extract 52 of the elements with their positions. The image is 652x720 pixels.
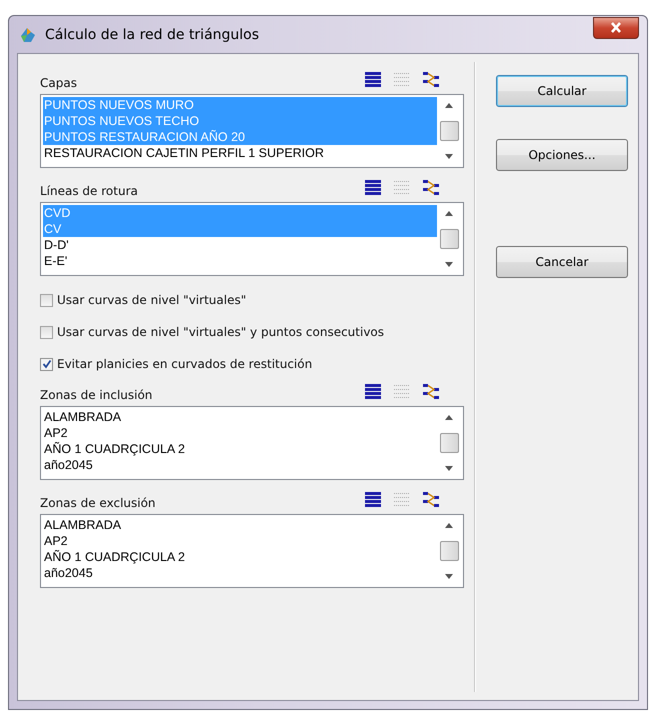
checkbox-label: Usar curvas de nivel "virtuales" y puntos consecutivos bbox=[57, 325, 384, 339]
select-all-icon[interactable] bbox=[364, 383, 382, 400]
list-item[interactable]: año2045 bbox=[43, 565, 437, 581]
scroll-up-icon[interactable] bbox=[445, 415, 453, 420]
checkbox[interactable] bbox=[40, 358, 53, 370]
scroll-down-icon[interactable] bbox=[445, 574, 453, 579]
scroll-up-icon[interactable] bbox=[445, 103, 453, 108]
list-label: Zonas de exclusión bbox=[40, 496, 156, 512]
list-item[interactable]: ALAMBRADA bbox=[43, 409, 437, 425]
scroll-thumb[interactable] bbox=[440, 229, 458, 249]
list-label: Zonas de inclusión bbox=[40, 388, 152, 404]
list-box[interactable]: ALAMBRADA AP2 AÑO 1 CUADRÇICULA 2 año2045 bbox=[40, 514, 464, 588]
checkbox[interactable] bbox=[40, 326, 53, 338]
select-all-icon[interactable] bbox=[364, 491, 382, 508]
scroll-thumb[interactable] bbox=[440, 433, 458, 453]
scroll-up-icon[interactable] bbox=[445, 523, 453, 528]
list-item[interactable]: AP2 bbox=[43, 425, 437, 441]
app-logo-icon bbox=[19, 26, 37, 44]
checkbox[interactable] bbox=[40, 294, 53, 306]
close-icon bbox=[610, 22, 622, 33]
scroll-down-icon[interactable] bbox=[445, 154, 453, 159]
close-button[interactable] bbox=[593, 16, 639, 38]
dialog-button[interactable]: Cancelar bbox=[496, 246, 628, 278]
checkbox-label: Usar curvas de nivel "virtuales" bbox=[57, 293, 246, 307]
list-item[interactable]: AÑO 1 CUADRÇICULA 2 bbox=[43, 441, 437, 457]
list-box[interactable]: ALAMBRADA AP2 AÑO 1 CUADRÇICULA 2 año2045 bbox=[40, 406, 464, 480]
list-item[interactable]: D-D' bbox=[43, 237, 437, 253]
scroll-down-icon[interactable] bbox=[445, 466, 453, 471]
scroll-down-icon[interactable] bbox=[445, 262, 453, 267]
select-all-icon[interactable] bbox=[364, 179, 382, 196]
checkbox-label: Evitar planicies en curvados de restitución bbox=[57, 357, 312, 371]
select-all-icon[interactable] bbox=[364, 71, 382, 88]
list-box[interactable]: PUNTOS NUEVOS MURO PUNTOS NUEVOS TECHO PUNTOS RESTAURACION AÑO 20 RESTAURACION CAJETIN PERFIL 1 SUPERIOR bbox=[40, 94, 464, 168]
list-item[interactable]: ALAMBRADA bbox=[43, 517, 437, 533]
list-item[interactable]: año2045 bbox=[43, 457, 437, 473]
list-box[interactable]: CVD CV D-D' E-E' bbox=[40, 202, 464, 276]
invert-selection-icon[interactable] bbox=[422, 71, 440, 88]
list-item[interactable]: AP2 bbox=[43, 533, 437, 549]
scroll-thumb[interactable] bbox=[440, 121, 458, 141]
scroll-thumb[interactable] bbox=[440, 541, 458, 561]
dialog-button[interactable]: Calcular bbox=[496, 75, 628, 107]
invert-selection-icon[interactable] bbox=[422, 179, 440, 196]
list-item[interactable]: RESTAURACION CAJETIN PERFIL 1 SUPERIOR bbox=[43, 145, 437, 161]
list-item[interactable]: AÑO 1 CUADRÇICULA 2 bbox=[43, 549, 437, 565]
window-title: Cálculo de la red de triángulos bbox=[45, 26, 260, 42]
invert-selection-icon[interactable] bbox=[422, 491, 440, 508]
scroll-up-icon[interactable] bbox=[445, 211, 453, 216]
list-item[interactable]: E-E' bbox=[43, 253, 437, 269]
dialog-button[interactable]: Opciones... bbox=[496, 139, 628, 171]
list-label: Capas bbox=[40, 76, 77, 92]
list-label: Líneas de rotura bbox=[40, 184, 138, 200]
invert-selection-icon[interactable] bbox=[422, 383, 440, 400]
